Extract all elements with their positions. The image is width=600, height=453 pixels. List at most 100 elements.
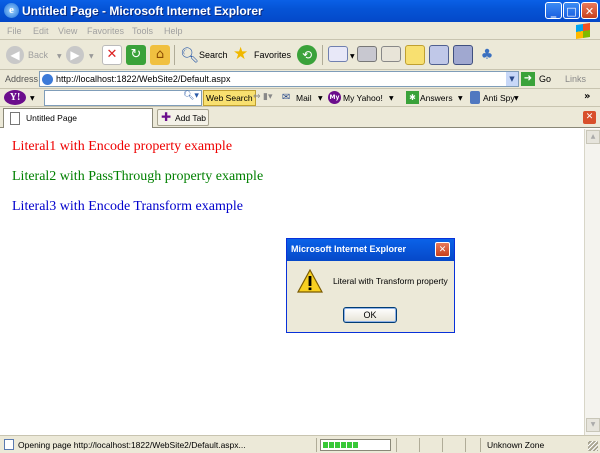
alert-dialog: Microsoft Internet Explorer ✕ Literal wi… [286, 238, 455, 333]
address-input[interactable] [39, 71, 519, 87]
yahoo-logo-icon[interactable]: Y! [4, 90, 26, 105]
back-dropdown-icon[interactable]: ▼ [57, 53, 62, 60]
page-icon [42, 74, 53, 85]
literal3-text: Literal3 with Encode Transform example [12, 199, 243, 214]
address-bar: Address ▼ ➜ Go Links [0, 70, 600, 89]
myyahoo-dropdown-icon[interactable]: ▼ [389, 95, 394, 102]
dialog-title: Microsoft Internet Explorer [291, 244, 407, 254]
menu-help[interactable]: Help [164, 26, 183, 36]
status-separator [465, 438, 466, 452]
mail-envelope-icon[interactable]: ✉ [282, 92, 290, 103]
go-label: Go [539, 74, 552, 84]
address-label: Address [5, 74, 39, 84]
mail-icon[interactable] [328, 46, 348, 62]
add-tab-label: Add Tab [175, 113, 207, 123]
refresh-icon[interactable]: ↻ [126, 45, 146, 65]
messenger-icon[interactable] [453, 45, 473, 65]
scroll-up-icon[interactable]: ▲ [586, 130, 600, 144]
menu-tools[interactable]: Tools [132, 26, 153, 36]
progress-fill [323, 442, 359, 448]
ok-button[interactable]: OK [343, 307, 397, 323]
mail-dropdown-icon[interactable]: ▼ [350, 53, 355, 60]
tab-bar: Untitled Page ✚ Add Tab ✕ [0, 107, 600, 128]
yahoo-search-input[interactable] [44, 90, 202, 106]
document-icon [10, 112, 20, 125]
search-dropdown-icon[interactable]: 🔍︎▾ [183, 91, 199, 101]
forward-button[interactable]: ▶ [66, 46, 84, 64]
literal2-text: Literal2 with PassThrough property examp… [12, 169, 264, 184]
status-separator [480, 438, 481, 452]
vertical-scrollbar[interactable]: ▲ ▼ [584, 129, 600, 435]
window-title: Untitled Page - Microsoft Internet Explo… [22, 4, 263, 18]
status-separator [419, 438, 420, 452]
discuss-icon[interactable] [405, 45, 425, 65]
web-search-button[interactable]: Web Search [203, 90, 256, 106]
yahoo-menu-dropdown-icon[interactable]: ▼ [30, 95, 35, 102]
home-icon[interactable]: ⌂ [150, 45, 170, 65]
search-button[interactable]: 🔍︎ Search [178, 44, 228, 66]
answers-link[interactable]: Answers [420, 93, 453, 103]
menu-bar: File Edit View Favorites Tools Help [0, 22, 600, 40]
myyahoo-link[interactable]: My Yahoo! [343, 93, 383, 103]
back-button[interactable]: ◀ Back [4, 44, 54, 66]
warning-icon [297, 269, 323, 293]
menu-edit[interactable]: Edit [33, 26, 49, 36]
people-icon[interactable]: ♣ [477, 45, 497, 65]
go-button[interactable]: ➜ Go [521, 71, 551, 87]
menu-view[interactable]: View [58, 26, 77, 36]
scroll-down-icon[interactable]: ▼ [586, 418, 600, 432]
resize-grip-icon[interactable] [588, 441, 598, 451]
add-tab-button[interactable]: ✚ Add Tab [157, 109, 209, 126]
progress-bar [320, 439, 391, 451]
address-dropdown-icon[interactable]: ▼ [506, 72, 518, 86]
print-icon[interactable] [357, 46, 377, 62]
dialog-message: Literal with Transform property [333, 276, 448, 286]
security-zone: Unknown Zone [487, 440, 545, 450]
status-separator [442, 438, 443, 452]
dialog-close-icon[interactable]: ✕ [435, 242, 450, 257]
stop-icon[interactable]: ✕ [102, 45, 122, 65]
toolbar-overflow-icon[interactable]: » [584, 91, 590, 102]
close-tab-icon[interactable]: ✕ [583, 111, 596, 124]
toolbar-separator [174, 45, 175, 65]
windows-logo-icon [576, 23, 590, 39]
standard-toolbar: ◀ Back ▼ ▶ ▼ ✕ ↻ ⌂ 🔍︎ Search ★ Favorites… [0, 40, 600, 70]
star-icon: ★ [233, 44, 249, 64]
history-icon[interactable]: ⟲ [297, 45, 317, 65]
menu-favorites[interactable]: Favorites [87, 26, 124, 36]
maximize-icon[interactable]: □ [563, 2, 580, 19]
title-bar[interactable]: e Untitled Page - Microsoft Internet Exp… [0, 0, 600, 22]
tab-label: Untitled Page [26, 113, 78, 123]
antispy-dropdown-icon[interactable]: ▼ [514, 95, 519, 102]
search-icon: 🔍︎ [180, 46, 200, 64]
forward-dropdown-icon[interactable]: ▼ [89, 53, 94, 60]
minimize-icon[interactable]: _ [545, 2, 562, 19]
status-text: Opening page http://localhost:1822/WebSi… [18, 440, 246, 450]
dialog-title-bar[interactable]: Microsoft Internet Explorer ✕ [287, 239, 454, 261]
edit-icon[interactable] [381, 46, 401, 62]
status-separator [316, 438, 317, 452]
pencil-icon[interactable]: ▮▾ [263, 92, 272, 102]
back-label: Back [28, 50, 49, 60]
mail-dropdown-icon[interactable]: ▼ [318, 95, 323, 102]
status-bar: Opening page http://localhost:1822/WebSi… [0, 435, 600, 453]
myyahoo-icon[interactable]: My [328, 91, 341, 104]
answers-icon[interactable]: ✱ [406, 91, 419, 104]
go-arrow-icon: ➜ [521, 72, 535, 86]
antispy-icon[interactable] [470, 91, 480, 104]
tab-untitled-page[interactable]: Untitled Page [3, 108, 153, 128]
research-icon[interactable] [429, 45, 449, 65]
answers-dropdown-icon[interactable]: ▼ [458, 95, 463, 102]
literal1-text: Literal1 with Encode property example [12, 139, 233, 154]
menu-file[interactable]: File [7, 26, 22, 36]
status-separator [396, 438, 397, 452]
toolbar-separator [322, 45, 323, 65]
favorites-label: Favorites [254, 50, 292, 60]
close-icon[interactable]: ✕ [581, 2, 598, 19]
plus-icon: ✚ [161, 110, 172, 124]
favorites-button[interactable]: ★ Favorites [231, 44, 291, 66]
links-label[interactable]: Links [565, 74, 586, 84]
antispy-link[interactable]: Anti Spy [483, 93, 515, 103]
highlight-icon[interactable]: ⇔ [253, 92, 261, 102]
mail-link[interactable]: Mail [296, 93, 312, 103]
